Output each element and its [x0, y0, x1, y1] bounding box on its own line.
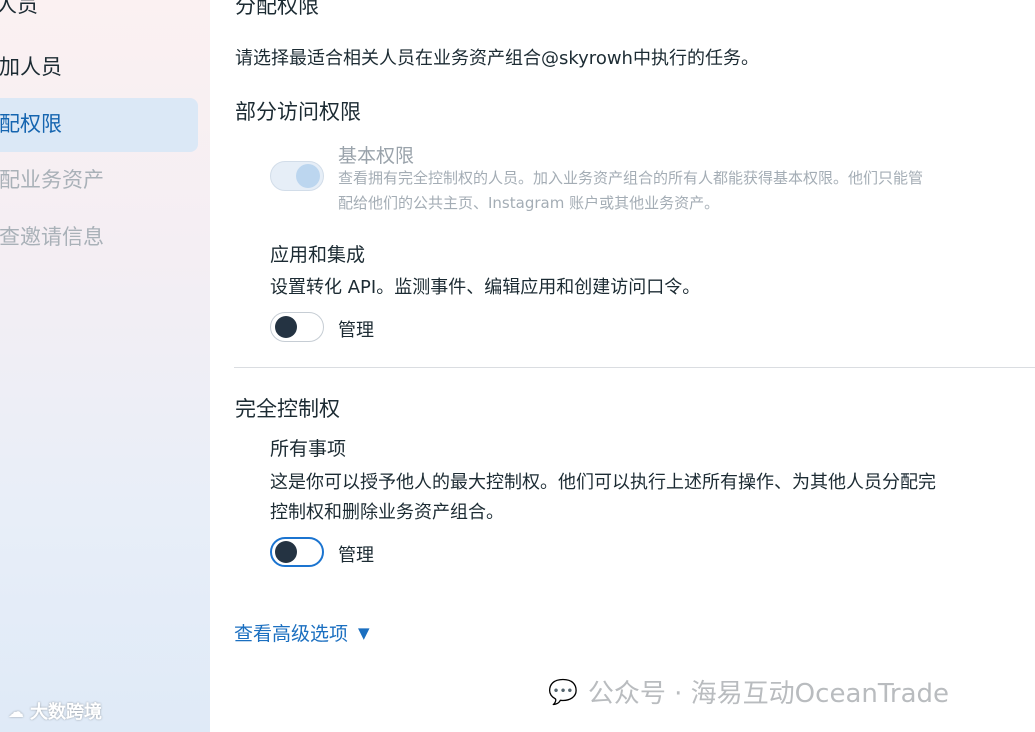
section-divider [234, 367, 1035, 368]
all-tasks-desc-line2: 控制权和删除业务资产组合。 [270, 502, 504, 523]
sidebar: 人员 加人员 配权限 配业务资产 查邀请信息 ☁ 大数跨境 [0, 0, 210, 732]
toggle-knob [275, 541, 297, 563]
basic-permission-desc-line2: 配给他们的公共主页、Instagram 账户或其他业务资产。 [338, 194, 720, 212]
sidebar-item-assign-assets[interactable]: 配业务资产 [0, 153, 104, 207]
intro-text: 请选择最适合相关人员在业务资产组合@skyrowh中执行的任务。 [235, 48, 759, 69]
brand-watermark: ☁ 大数跨境 [8, 698, 102, 724]
sidebar-item-review-invite[interactable]: 查邀请信息 [0, 210, 104, 264]
full-control-manage-toggle[interactable] [270, 537, 324, 567]
basic-permission-toggle [270, 161, 324, 191]
account-watermark: 💬 公众号 · 海易互动OceanTrade [548, 673, 949, 710]
cloud-logo-icon: ☁ [8, 701, 24, 721]
sidebar-item-add-people[interactable]: 加人员 [0, 40, 62, 94]
wechat-icon: 💬 [548, 677, 578, 706]
advanced-options-label: 查看高级选项 [234, 623, 349, 645]
main-panel: 分配权限 请选择最适合相关人员在业务资产组合@skyrowh中执行的任务。 部分… [210, 0, 1035, 732]
apps-integrations-desc: 设置转化 API。监测事件、编辑应用和创建访问口令。 [270, 277, 701, 298]
sidebar-item-assign-permissions[interactable]: 配权限 [0, 97, 62, 151]
full-control-heading: 完全控制权 [235, 397, 340, 421]
caret-down-icon: ▼ [358, 623, 370, 642]
toggle-knob [296, 164, 320, 188]
sidebar-item-people[interactable]: 人员 [0, 0, 38, 32]
advanced-options-link[interactable]: 查看高级选项 ▼ [234, 619, 370, 646]
apps-manage-toggle[interactable] [270, 312, 324, 342]
partial-access-heading: 部分访问权限 [235, 100, 361, 124]
toggle-knob [275, 316, 297, 338]
basic-permission-desc-line1: 查看拥有完全控制权的人员。加入业务资产组合的所有人都能获得基本权限。他们只能管 [338, 169, 924, 187]
watermark-text: 公众号 · 海易互动OceanTrade [587, 679, 950, 709]
apps-integrations-title: 应用和集成 [270, 244, 366, 266]
apps-manage-label: 管理 [338, 320, 374, 341]
all-tasks-desc-line1: 这是你可以授予他人的最大控制权。他们可以执行上述所有操作、为其他人员分配完 [270, 472, 936, 493]
basic-permission-title: 基本权限 [338, 145, 415, 167]
full-control-manage-label: 管理 [338, 545, 374, 566]
page-title: 分配权限 [235, 0, 319, 18]
brand-text: 大数跨境 [30, 702, 102, 723]
all-tasks-title: 所有事项 [270, 438, 347, 460]
